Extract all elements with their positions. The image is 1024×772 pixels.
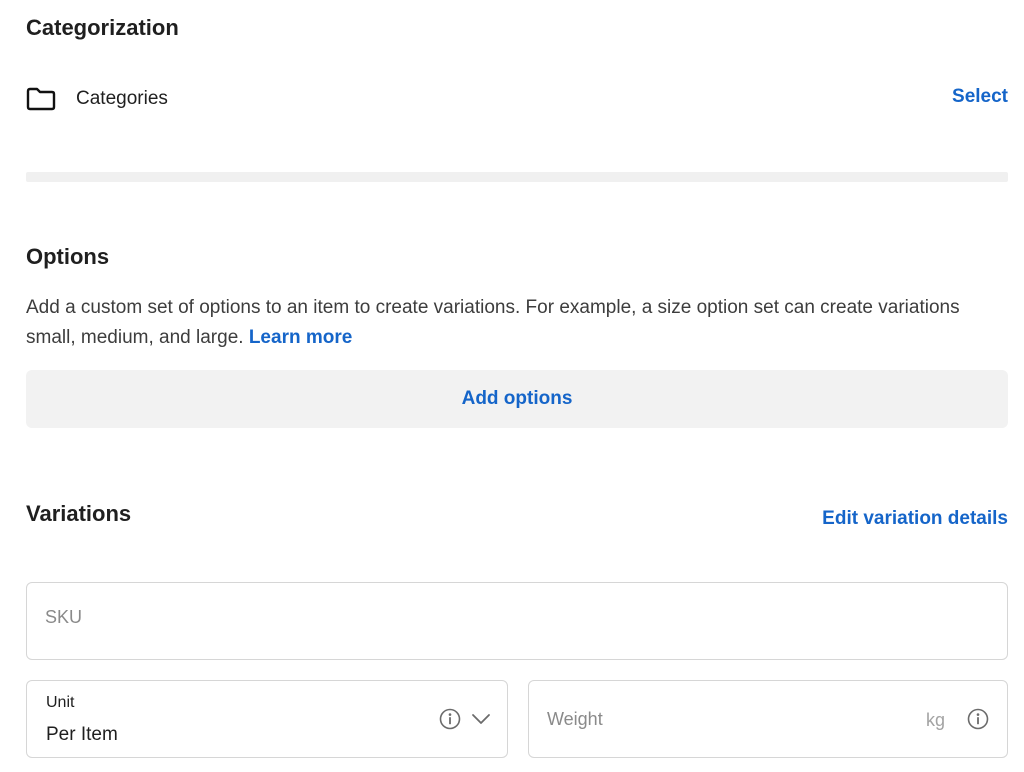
categories-label: Categories bbox=[76, 88, 168, 109]
categories-row: Categories bbox=[26, 84, 1008, 114]
options-title: Options bbox=[26, 244, 110, 269]
weight-unit-suffix: kg bbox=[925, 710, 945, 730]
folder-icon bbox=[26, 86, 58, 112]
unit-value: Per Item bbox=[46, 724, 118, 745]
options-description: Add a custom set of options to an item t… bbox=[26, 293, 966, 353]
variations-title: Variations bbox=[26, 501, 132, 526]
weight-field: kg bbox=[528, 680, 1008, 758]
sku-input[interactable] bbox=[45, 607, 945, 628]
sku-field bbox=[26, 582, 1008, 660]
add-options-button[interactable]: Add options bbox=[26, 370, 1008, 428]
categorization-title: Categorization bbox=[26, 15, 179, 40]
edit-variation-details-link[interactable]: Edit variation details bbox=[822, 508, 1008, 530]
section-divider bbox=[26, 172, 1008, 182]
unit-select[interactable]: Unit Per Item bbox=[26, 680, 508, 758]
info-icon[interactable] bbox=[967, 708, 989, 730]
item-editor-page: Categorization Categories Select Options… bbox=[0, 0, 1024, 772]
weight-input[interactable] bbox=[547, 709, 907, 730]
select-categories-link[interactable]: Select bbox=[952, 86, 1008, 108]
learn-more-link[interactable]: Learn more bbox=[249, 327, 352, 348]
info-icon[interactable] bbox=[439, 708, 461, 730]
chevron-down-icon bbox=[471, 710, 491, 728]
options-description-text: Add a custom set of options to an item t… bbox=[26, 297, 960, 348]
unit-label: Unit bbox=[46, 694, 75, 711]
